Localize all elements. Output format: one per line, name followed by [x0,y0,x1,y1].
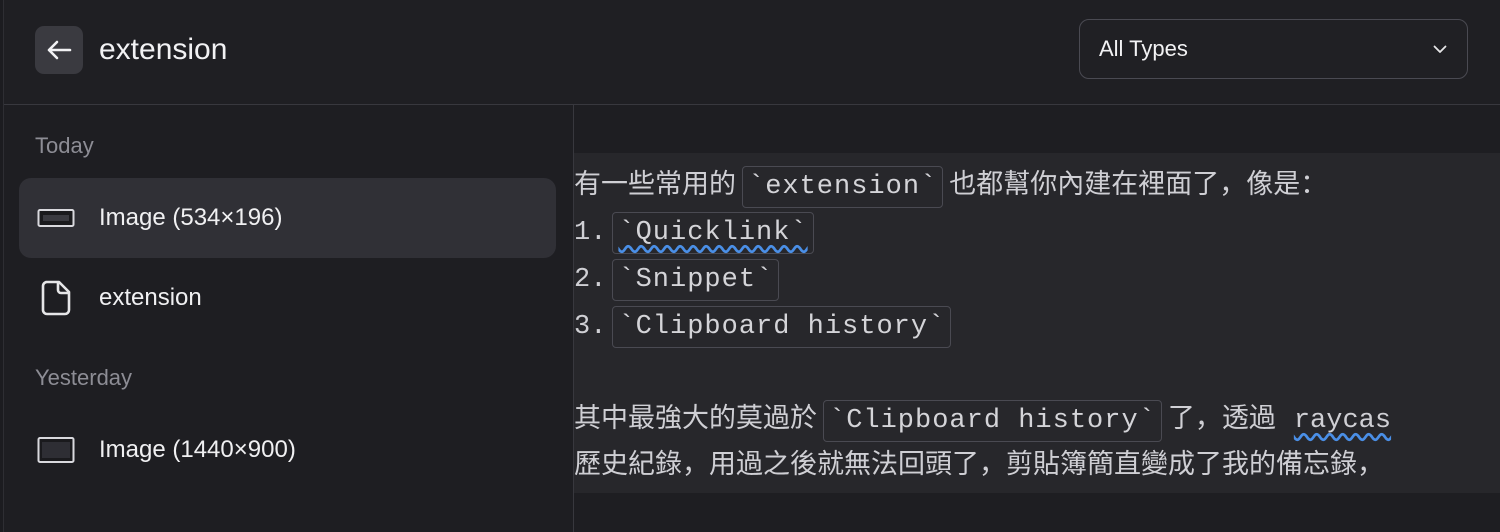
preview-text: 有一些常用的 [574,169,736,200]
clipboard-history-window: All Types Today Image (534×196) [3,0,1500,532]
preview-line-6: 歷史紀錄，用過之後就無法回頭了，剪貼簿簡直變成了我的備忘錄， [574,449,1384,480]
list-item-image-1440x900[interactable]: Image (1440×900) [19,410,556,490]
chevron-down-icon [1433,45,1447,53]
list-number: 2. [574,265,607,295]
type-filter-label: All Types [1099,36,1188,61]
preview-pane: 有一些常用的 `extension` 也都幫你內建在裡面了，像是： 1. `Quick… [574,105,1500,532]
image-preview: 有一些常用的 `extension` 也都幫你內建在裡面了，像是： 1. `Quick… [574,153,1500,493]
list-item-label: extension [99,284,202,311]
preview-text: 其中最強大的莫過於 [574,403,817,434]
inline-code: `Quicklink` [612,212,814,254]
header-bar: All Types [4,0,1500,105]
list-number: 3. [574,312,607,342]
file-icon [36,278,76,318]
list-item-label: Image (1440×900) [99,436,296,463]
arrow-left-icon [47,40,72,60]
inline-code: `Clipboard history` [823,400,1162,442]
history-list: Today Image (534×196) extension Yesterda… [4,105,574,532]
back-button[interactable] [35,26,83,74]
list-item-image-534x196[interactable]: Image (534×196) [19,178,556,258]
image-icon [36,430,76,470]
list-item-label: Image (534×196) [99,204,283,231]
search-input[interactable] [99,26,999,74]
preview-line-4: 3. `Clipboard history` [574,306,957,348]
section-title-today: Today [35,133,94,158]
inline-code: `extension` [742,166,944,208]
preview-line-3: 2. `Snippet` [574,259,785,301]
list-item-extension[interactable]: extension [19,258,556,338]
list-number: 1. [574,218,607,248]
preview-text: 也都幫你內建在裡面了，像是： [949,169,1328,200]
inline-code: `Snippet` [612,259,780,301]
inline-code: `Clipboard history` [612,306,952,348]
preview-line-1: 有一些常用的 `extension` 也都幫你內建在裡面了，像是： [574,165,1327,208]
preview-line-2: 1. `Quicklink` [574,212,820,254]
section-title-yesterday: Yesterday [35,365,133,390]
type-filter-dropdown[interactable]: All Types [1079,19,1468,79]
image-icon [36,198,76,238]
preview-text: raycas [1293,406,1392,436]
preview-text: 了，透過 [1167,403,1276,434]
preview-line-5: 其中最強大的莫過於 `Clipboard history` 了，透過 raycas [574,399,1391,442]
